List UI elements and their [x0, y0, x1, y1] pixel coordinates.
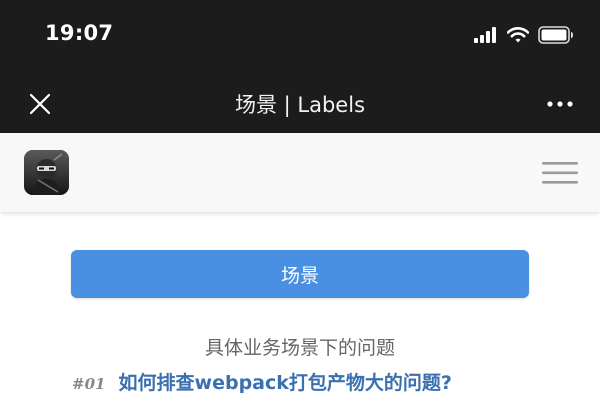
site-logo[interactable] [24, 150, 69, 195]
wifi-icon [507, 27, 529, 43]
article-item: #01 如何排查webpack打包产物大的问题? [72, 368, 452, 395]
status-bar: 19:07 [0, 0, 600, 74]
ninja-logo-icon [24, 150, 69, 195]
article-number: #01 [72, 375, 106, 393]
site-header [0, 133, 600, 212]
more-icon [547, 101, 573, 107]
category-button[interactable]: 场景 [71, 250, 529, 298]
status-time: 19:07 [45, 21, 114, 45]
signal-icon [474, 27, 496, 43]
nav-bar: 场景 | Labels [0, 74, 600, 133]
menu-button[interactable] [542, 158, 578, 188]
section-subtitle: 具体业务场景下的问题 [204, 337, 395, 359]
page-title: 场景 | Labels [234, 93, 366, 117]
article-link[interactable]: 如何排查webpack打包产物大的问题? [119, 372, 452, 394]
battery-icon [538, 26, 573, 44]
status-icons [474, 25, 574, 45]
hamburger-menu-icon [542, 162, 578, 184]
more-button[interactable] [546, 96, 574, 112]
